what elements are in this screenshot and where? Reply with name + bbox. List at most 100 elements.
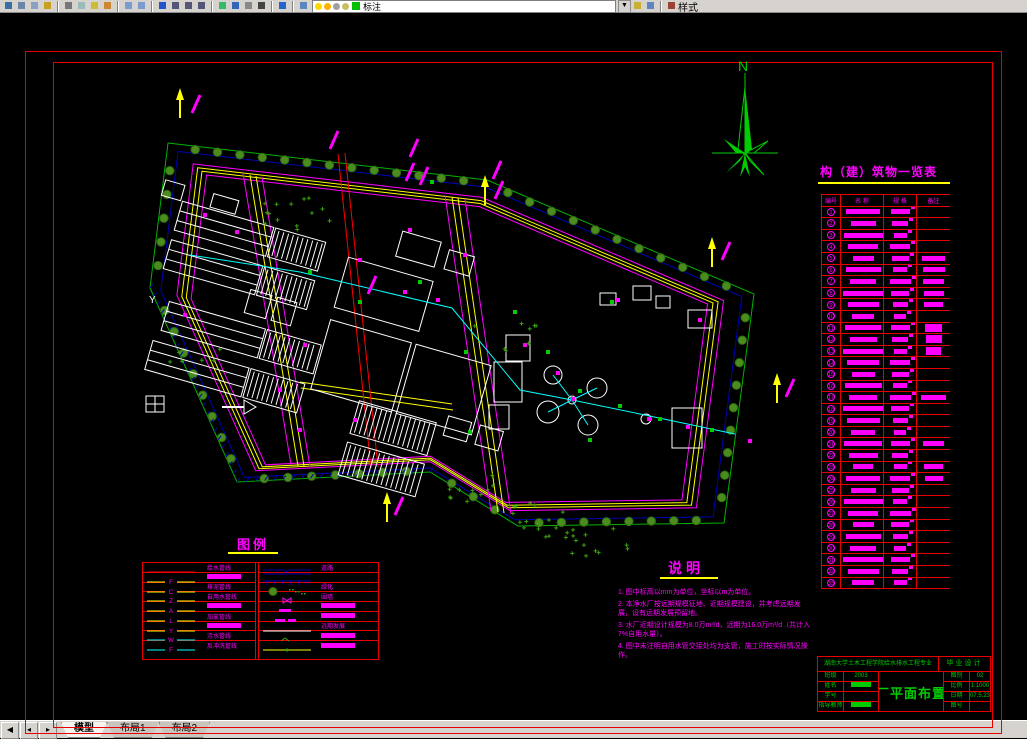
table-cell (917, 334, 950, 345)
legend-symbol-cell (259, 583, 321, 596)
row-number-badge: 4 (827, 242, 835, 251)
survey-line-legend-symbol (263, 648, 312, 652)
legend-symbol-cell: Z (143, 592, 207, 606)
table-cell: 13 (822, 345, 840, 357)
table-cell: 21 (822, 438, 840, 450)
title-block-row: 日期 07.5.23 (943, 692, 990, 702)
table-header: 备注 (927, 198, 940, 205)
table-cell (917, 403, 950, 415)
north-arrow: N (712, 58, 778, 177)
title-block-row: 指导教师 (818, 702, 878, 712)
legend-left-column: 给水管线 F C 排泥管线 Z 自用水管线 A L 加氯管线 Y W 污水管线 F 反冲洗… (143, 563, 257, 659)
legend-symbol-cell: F (143, 641, 207, 654)
row-number-badge: 32 (827, 567, 835, 576)
title-block-school: 湖南大学土木工程学院给水排水工程专业 (818, 657, 939, 671)
table-header: 名 称 (855, 198, 869, 205)
row-number-badge: 21 (827, 439, 835, 448)
table-header: 规 格 (893, 198, 907, 205)
table-cell (841, 322, 883, 334)
table-cell: 16 (822, 380, 840, 392)
table-cell (917, 519, 950, 531)
table-cell (841, 368, 883, 380)
table-cell (884, 519, 916, 531)
table-cell (841, 206, 883, 218)
table-cell (841, 276, 883, 287)
building-table-title: 构（建）筑物一览表 (820, 165, 938, 179)
field-value: 02 (976, 673, 984, 679)
field-value (844, 692, 878, 701)
table-cell (884, 484, 916, 496)
table-cell: 5 (822, 252, 840, 264)
table-cell (884, 403, 916, 415)
table-cell (884, 461, 916, 473)
table-cell (841, 403, 883, 415)
legend-label: 给水管线 (207, 565, 232, 572)
table-cell (917, 264, 950, 276)
legend-label: 绿化 (321, 585, 334, 592)
legend-symbol-cell: F (143, 573, 207, 586)
table-cell (884, 415, 916, 426)
table-cell (884, 496, 916, 508)
field-label: 班级 (818, 672, 844, 681)
table-cell (841, 357, 883, 368)
table-cell (917, 566, 950, 577)
row-number-badge: 1 (827, 207, 835, 216)
table-cell (917, 484, 950, 496)
table-cell (917, 218, 950, 229)
row-number-badge: 22 (827, 451, 835, 460)
table-cell (841, 577, 883, 589)
field-value (844, 702, 878, 712)
title-block-row: 图别 02 (943, 672, 990, 682)
legend-symbol-cell (259, 602, 321, 612)
table-cell (917, 299, 950, 310)
title-block-row: 姓名 (818, 682, 879, 692)
legend-label (207, 574, 255, 580)
table-cell (884, 357, 916, 368)
table-cell (917, 322, 950, 334)
table-cell (841, 334, 883, 345)
field-label: 日期 (944, 692, 970, 701)
table-cell (917, 426, 950, 438)
table-cell: 27 (822, 508, 840, 519)
title-block-row: 班级 2003 (818, 672, 879, 682)
table-cell: 20 (822, 426, 840, 438)
note-item: 3. 水厂近期设计规模为8.0万m³/d，远期为16.0万m³/d（共计入7%自… (618, 622, 811, 638)
table-cell (884, 531, 916, 542)
field-value: 1:1000 (970, 683, 990, 689)
table-cell (841, 264, 883, 276)
table-cell (917, 392, 950, 403)
table-cell (884, 299, 916, 310)
title-block-row: 图号 (944, 702, 990, 712)
row-number-badge: 31 (827, 555, 835, 564)
notes-block: 1. 图中标高以mm为单位，坐标以m为单位。 2. 本净水厂按远期规模征地、近期规… (618, 588, 813, 663)
table-cell (884, 380, 916, 392)
row-number-badge: 30 (827, 544, 835, 553)
table-cell: 备注 (917, 195, 950, 206)
legend-title: 图例 (237, 537, 270, 552)
legend-row: A (143, 602, 256, 615)
row-number-badge: 2 (827, 219, 835, 228)
legend-row: 远期发展 (259, 622, 378, 632)
table-cell: 30 (822, 542, 840, 554)
table-cell (884, 577, 916, 589)
legend-row: 给水管线 (143, 563, 256, 573)
row-number-badge: 6 (827, 265, 835, 274)
row-number-badge: 25 (827, 486, 835, 495)
legend-row (259, 631, 378, 642)
table-cell: 25 (822, 484, 840, 496)
field-value (844, 682, 878, 691)
legend-symbol-cell: W (143, 631, 207, 645)
row-number-badge: 27 (827, 509, 835, 518)
table-cell (841, 484, 883, 496)
table-cell (884, 345, 916, 357)
table-cell: 32 (822, 566, 840, 577)
table-cell (841, 508, 883, 519)
table-cell (884, 392, 916, 403)
legend-symbol-cell (259, 612, 321, 622)
table-cell (884, 508, 916, 519)
field-value (970, 702, 990, 712)
row-number-badge: 9 (827, 300, 835, 309)
building-table: 编号名 称规 格备注 1 2 3 4 5 6 7 8 9 10 11 12 13 14 15 16 17 18 19 2… (821, 194, 950, 590)
table-cell: 编号 (822, 195, 840, 206)
row-number-badge: 16 (827, 381, 835, 390)
